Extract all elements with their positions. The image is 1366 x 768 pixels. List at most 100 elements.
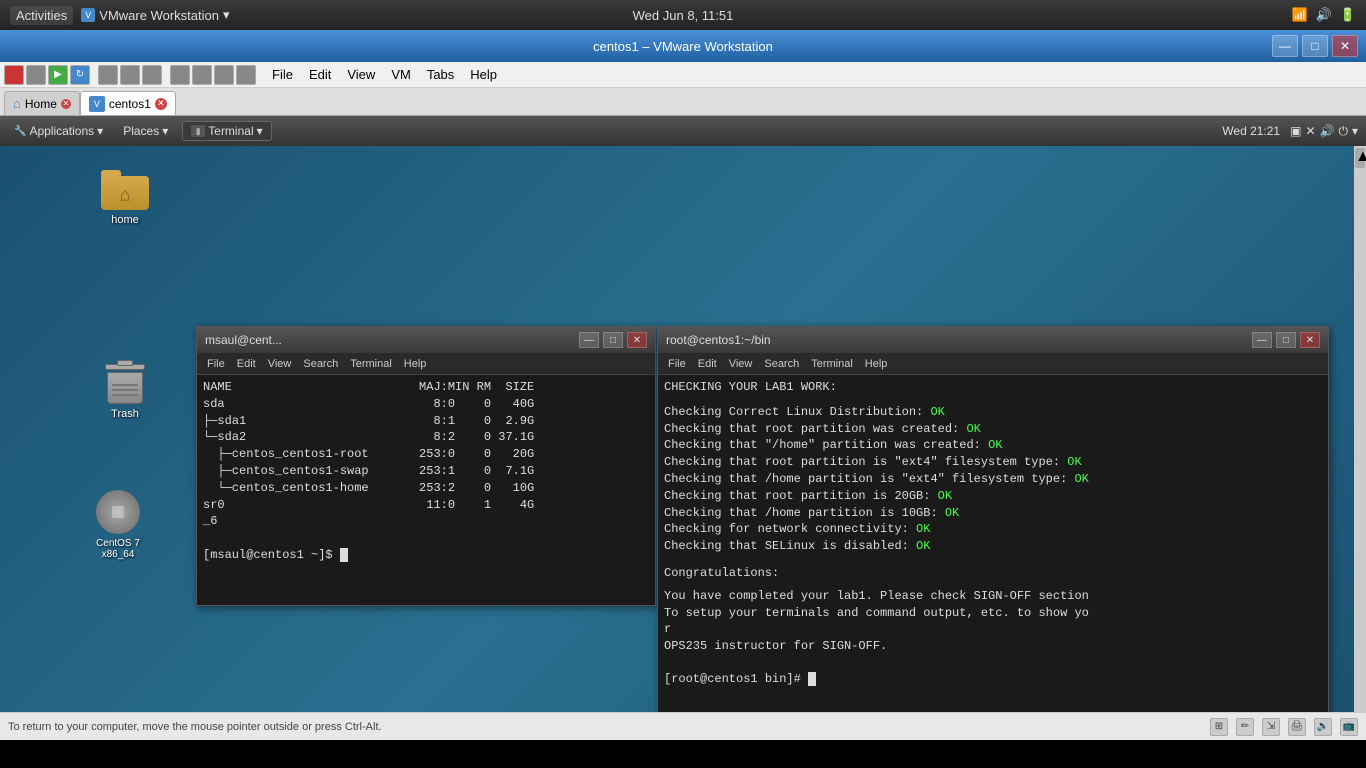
terminal-1-minimize[interactable]: — — [579, 332, 599, 348]
volume-icon: 🔊 — [1316, 7, 1332, 23]
desktop-icon-trash[interactable]: Trash — [90, 356, 160, 424]
terminal-1-content: NAME MAJ:MIN RM SIZE sda 8:0 0 40G ├─sda… — [197, 375, 655, 605]
tab-home[interactable]: ⌂ Home ✕ — [4, 91, 80, 115]
t1-menu-file[interactable]: File — [201, 357, 231, 371]
t1-menu-help[interactable]: Help — [398, 357, 433, 371]
wifi-icon: 📶 — [1291, 7, 1307, 23]
terminal-2-minimize[interactable]: — — [1252, 332, 1272, 348]
desktop-icon-centos[interactable]: CentOS 7 x86_64 — [83, 486, 153, 564]
toolbar-icon-6[interactable] — [214, 65, 234, 85]
status-icon-2[interactable]: ✏ — [1236, 718, 1254, 736]
t2-menu-help[interactable]: Help — [859, 357, 894, 371]
menu-tabs[interactable]: Tabs — [419, 65, 462, 84]
check-line-6: Checking that root partition is 20GB: OK — [664, 488, 1322, 505]
vmware-menubar: ▶ ↻ File Edit View VM Tabs Help — [0, 62, 1366, 88]
close-button[interactable]: ✕ — [1332, 35, 1358, 57]
check-line-7: Checking that /home partition is 10GB: O… — [664, 505, 1322, 522]
guest-scrollbar[interactable]: ▲ ▼ — [1354, 146, 1366, 740]
check-status-9: OK — [916, 539, 930, 553]
trash-icon-label: Trash — [111, 408, 139, 420]
menu-vm[interactable]: VM — [383, 65, 419, 84]
tab-centos1[interactable]: V centos1 ✕ — [80, 91, 176, 115]
guest-applications-menu[interactable]: 🔧 Applications ▾ — [8, 122, 109, 140]
guest-system-tray: ▣ ✕ 🔊 ⏻ ▾ — [1290, 124, 1358, 139]
tab-home-close[interactable]: ✕ — [61, 99, 71, 109]
t2-menu-edit[interactable]: Edit — [692, 357, 723, 371]
toolbar-icon-power-off[interactable] — [4, 65, 24, 85]
home-folder-icon-img: ⌂ — [101, 170, 149, 210]
toolbar-icon-2[interactable] — [120, 65, 140, 85]
host-taskbar: Activities V VMware Workstation ▾ Wed Ju… — [0, 0, 1366, 30]
vmware-tabs: ⌂ Home ✕ V centos1 ✕ — [0, 88, 1366, 116]
guest-terminal-tab[interactable]: ▮ Terminal ▾ — [182, 121, 271, 141]
t2-menu-search[interactable]: Search — [758, 357, 805, 371]
terminal-window-root: root@centos1:~/bin — □ ✕ File Edit View … — [657, 326, 1329, 740]
t1-menu-search[interactable]: Search — [297, 357, 344, 371]
t2-menu-view[interactable]: View — [723, 357, 759, 371]
check-status-6: OK — [938, 489, 952, 503]
menu-help[interactable]: Help — [462, 65, 505, 84]
guest-places-menu[interactable]: Places ▾ — [117, 122, 174, 140]
terminal-2-prompt: [root@centos1 bin]# — [664, 672, 808, 686]
lsblk-sda: sda 8:0 0 40G — [203, 396, 649, 413]
terminal-1-titlebar[interactable]: msaul@cent... — □ ✕ — [197, 327, 655, 353]
scroll-up[interactable]: ▲ — [1355, 148, 1365, 168]
vmware-window-title: centos1 – VMware Workstation — [593, 39, 773, 54]
check-status-2: OK — [966, 422, 980, 436]
minimize-button[interactable]: — — [1272, 35, 1298, 57]
t1-menu-view[interactable]: View — [262, 357, 298, 371]
status-icon-1[interactable]: ⊞ — [1210, 718, 1228, 736]
t1-menu-edit[interactable]: Edit — [231, 357, 262, 371]
message2: To setup your terminals and command outp… — [664, 605, 1322, 622]
toolbar-icon-play[interactable]: ▶ — [48, 65, 68, 85]
centos-dvd-icon — [96, 490, 140, 534]
close-session-icon: ✕ — [1305, 124, 1315, 139]
status-icon-3[interactable]: ⇲ — [1262, 718, 1280, 736]
maximize-button[interactable]: □ — [1302, 35, 1328, 57]
congrats-text: Congratulations: You have completed your… — [664, 565, 1322, 655]
toolbar-icon-7[interactable] — [236, 65, 256, 85]
toolbar-icon-refresh[interactable]: ↻ — [70, 65, 90, 85]
toolbar-icon-1[interactable] — [98, 65, 118, 85]
check-line-8: Checking for network connectivity: OK — [664, 521, 1322, 538]
guest-datetime: Wed 21:21 — [1222, 124, 1280, 138]
t1-menu-terminal[interactable]: Terminal — [344, 357, 398, 371]
host-datetime: Wed Jun 8, 11:51 — [633, 8, 734, 23]
menu-view[interactable]: View — [339, 65, 383, 84]
toolbar-icon-5[interactable] — [192, 65, 212, 85]
toolbar-icon-3[interactable] — [142, 65, 162, 85]
lsblk-header: NAME MAJ:MIN RM SIZE — [203, 379, 649, 396]
toolbar-icon-4[interactable] — [170, 65, 190, 85]
terminal-2-title: root@centos1:~/bin — [666, 333, 771, 347]
status-icon-6[interactable]: 📺 — [1340, 718, 1358, 736]
cursor-2 — [808, 672, 816, 686]
message4: OPS235 instructor for SIGN-OFF. — [664, 638, 1322, 655]
vm-tab-icon: V — [89, 96, 105, 112]
cursor-1 — [340, 548, 348, 562]
places-label: Places — [123, 124, 159, 138]
guest-desktop: 🔧 Applications ▾ Places ▾ ▮ Terminal ▾ W… — [0, 116, 1366, 740]
menu-edit[interactable]: Edit — [301, 65, 339, 84]
check-status-1: OK — [930, 405, 944, 419]
terminal-chevron: ▾ — [257, 124, 263, 138]
terminal-2-controls: — □ ✕ — [1252, 332, 1320, 348]
terminal-2-maximize[interactable]: □ — [1276, 332, 1296, 348]
t2-menu-terminal[interactable]: Terminal — [805, 357, 859, 371]
terminal-1-close[interactable]: ✕ — [627, 332, 647, 348]
t2-menu-file[interactable]: File — [662, 357, 692, 371]
terminal-2-titlebar[interactable]: root@centos1:~/bin — □ ✕ — [658, 327, 1328, 353]
status-icon-5[interactable]: 🔊 — [1314, 718, 1332, 736]
message1: You have completed your lab1. Please che… — [664, 588, 1322, 605]
check-status-5: OK — [1074, 472, 1088, 486]
desktop-icon-home[interactable]: ⌂ home — [90, 166, 160, 230]
activities-button[interactable]: Activities — [10, 6, 73, 25]
menu-file[interactable]: File — [264, 65, 301, 84]
terminal-1-maximize[interactable]: □ — [603, 332, 623, 348]
check-status-3: OK — [988, 438, 1002, 452]
status-icon-4[interactable]: 🖨 — [1288, 718, 1306, 736]
tab-centos1-close[interactable]: ✕ — [155, 98, 167, 110]
toolbar-icon-suspend[interactable] — [26, 65, 46, 85]
trash-lines — [112, 377, 138, 403]
statusbar-icons: ⊞ ✏ ⇲ 🖨 🔊 📺 — [1210, 718, 1358, 736]
terminal-2-close[interactable]: ✕ — [1300, 332, 1320, 348]
